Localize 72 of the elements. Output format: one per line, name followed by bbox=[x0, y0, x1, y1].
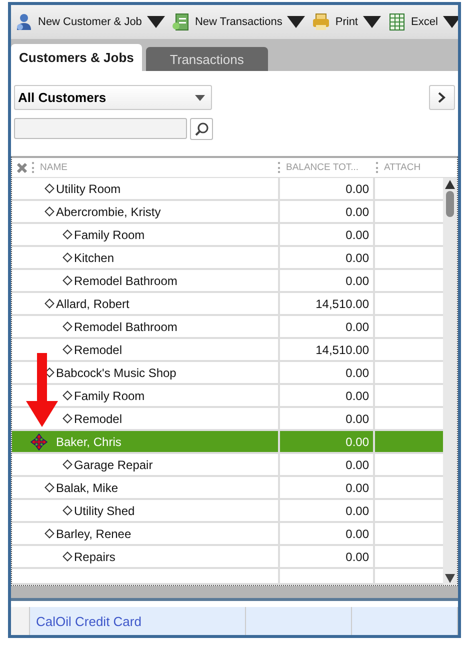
tab[interactable]: Transactions bbox=[146, 47, 268, 71]
customer-name: Remodel bbox=[74, 342, 122, 356]
customer-name: Remodel Bathroom bbox=[74, 274, 178, 288]
customer-name: Family Room bbox=[74, 228, 145, 242]
balance-cell: 0.00 bbox=[346, 550, 369, 564]
scroll-up-icon[interactable] bbox=[445, 180, 455, 189]
balance-cell: 0.00 bbox=[346, 388, 369, 402]
customer-row[interactable]: Kitchen 0.00 bbox=[12, 247, 443, 270]
close-icon[interactable] bbox=[16, 162, 28, 174]
customer-name: Barley, Renee bbox=[56, 526, 132, 540]
customer-icon bbox=[15, 13, 33, 31]
search-icon bbox=[194, 122, 208, 136]
balance-cell: 0.00 bbox=[346, 250, 369, 264]
customer-name: Remodel bbox=[74, 412, 122, 426]
chevron-right-icon bbox=[438, 92, 446, 103]
balance-cell: 0.00 bbox=[346, 504, 369, 518]
customer-row[interactable]: Family Room 0.00 bbox=[12, 224, 443, 247]
account-row[interactable]: CalOil Credit Card bbox=[11, 607, 458, 635]
scroll-thumb[interactable] bbox=[446, 191, 454, 217]
balance-cell: 0.00 bbox=[346, 480, 369, 494]
customer-row[interactable]: Remodel Bathroom 0.00 bbox=[12, 270, 443, 293]
account-name: CalOil Credit Card bbox=[36, 614, 142, 628]
balance-cell: 0.00 bbox=[346, 320, 369, 334]
scrollbar[interactable] bbox=[443, 178, 457, 585]
toolbar-button[interactable]: New Transactions bbox=[172, 13, 306, 31]
customer-name: Remodel Bathroom bbox=[74, 320, 178, 334]
customer-filter-dropdown[interactable]: All Customers bbox=[14, 85, 212, 110]
customer-name: Balak, Mike bbox=[56, 480, 118, 494]
customer-name: Family Room bbox=[74, 388, 145, 402]
search-field[interactable] bbox=[14, 118, 187, 139]
print-icon bbox=[312, 13, 330, 31]
customer-name: Babcock's Music Shop bbox=[56, 366, 176, 380]
customer-row[interactable]: Garage Repair 0.00 bbox=[12, 454, 443, 477]
balance-cell: 0.00 bbox=[346, 228, 369, 242]
toolbar-button[interactable]: New Customer & Job bbox=[15, 13, 165, 31]
customer-name: Allard, Robert bbox=[56, 296, 130, 310]
customer-row[interactable]: Balak, Mike 0.00 bbox=[12, 477, 443, 500]
tab[interactable]: Customers & Jobs bbox=[11, 44, 142, 71]
scroll-down-icon[interactable] bbox=[445, 574, 455, 583]
balance-cell: 0.00 bbox=[346, 526, 369, 540]
customer-name: Utility Shed bbox=[74, 504, 135, 518]
customer-name: Kitchen bbox=[74, 250, 114, 264]
search-button[interactable] bbox=[190, 118, 213, 140]
customer-row[interactable]: Repairs 0.00 bbox=[12, 546, 443, 569]
customer-row[interactable]: Utility Shed 0.00 bbox=[12, 500, 443, 523]
customer-name: Baker, Chris bbox=[56, 434, 122, 448]
customer-row[interactable]: Abercrombie, Kristy 0.00 bbox=[12, 201, 443, 224]
balance-cell: 0.00 bbox=[346, 458, 369, 472]
balance-cell: 0.00 bbox=[346, 366, 369, 380]
customer-row[interactable]: Remodel Bathroom 0.00 bbox=[12, 316, 443, 339]
move-cursor-icon bbox=[30, 433, 48, 451]
balance-cell: 0.00 bbox=[346, 182, 369, 196]
toolbar-button[interactable]: Print bbox=[312, 13, 381, 31]
customer-name: Repairs bbox=[74, 550, 116, 564]
customer-row[interactable]: Barley, Renee 0.00 bbox=[12, 523, 443, 546]
customer-row[interactable]: Utility Room 0.00 bbox=[12, 178, 443, 201]
transaction-icon bbox=[172, 13, 190, 31]
balance-cell: 14,510.00 bbox=[316, 342, 369, 356]
caret-icon bbox=[195, 94, 205, 100]
balance-cell: 0.00 bbox=[346, 434, 369, 448]
balance-cell: 14,510.00 bbox=[316, 296, 369, 310]
customer-name: Abercrombie, Kristy bbox=[56, 204, 161, 218]
excel-icon bbox=[388, 13, 406, 31]
customer-row[interactable]: Allard, Robert 14,510.00 bbox=[12, 293, 443, 316]
customer-name: Garage Repair bbox=[74, 458, 153, 472]
down-arrow-icon bbox=[26, 353, 58, 427]
balance-cell: 0.00 bbox=[346, 204, 369, 218]
toolbar-button[interactable]: Excel bbox=[388, 13, 458, 31]
balance-cell: 0.00 bbox=[346, 412, 369, 426]
customer-name: Utility Room bbox=[56, 182, 121, 196]
expand-button[interactable] bbox=[429, 85, 455, 110]
balance-cell: 0.00 bbox=[346, 274, 369, 288]
